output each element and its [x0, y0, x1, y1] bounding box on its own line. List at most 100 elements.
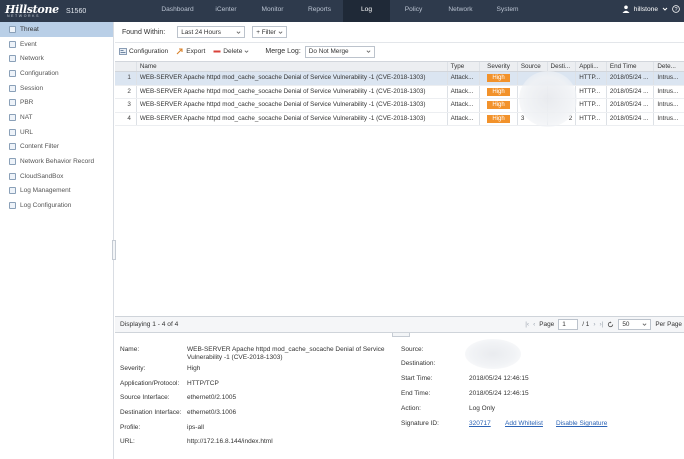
panel-splitter[interactable] — [392, 333, 410, 337]
sidebar-item-log-configuration[interactable]: Log Configuration — [0, 198, 113, 213]
table-header: Name Type Severity Source Desti... Appli… — [115, 61, 684, 72]
nav-icenter[interactable]: iCenter — [203, 0, 249, 22]
nav-network[interactable]: Network — [437, 0, 484, 22]
user-menu[interactable]: hillstone ? — [622, 5, 680, 13]
found-within-label: Found Within: — [122, 28, 166, 36]
table-row[interactable]: 1 WEB-SERVER Apache httpd mod_cache_soca… — [115, 72, 684, 86]
column-header-name[interactable]: Name — [137, 62, 448, 71]
sidebar-item-cloudsandbox[interactable]: CloudSandBox — [0, 169, 113, 184]
detail-destination-interface-label: Destination Interface: — [120, 409, 182, 416]
detail-name-label: Name: — [120, 346, 140, 353]
column-header-index — [115, 62, 137, 71]
sidebar-item-label: NAT — [20, 113, 33, 121]
chevron-down-icon — [278, 30, 283, 34]
row-name: WEB-SERVER Apache httpd mod_cache_socach… — [137, 99, 448, 112]
event-icon — [9, 40, 16, 48]
log-management-icon — [9, 187, 16, 195]
detail-url-label: URL: — [120, 438, 135, 445]
prev-page-icon[interactable]: ‹ — [533, 321, 535, 328]
filter-button[interactable]: + Filter — [252, 26, 287, 38]
sidebar-item-threat[interactable]: Threat — [0, 22, 113, 37]
column-header-severity[interactable]: Severity — [480, 62, 518, 71]
delete-button[interactable]: Delete — [213, 48, 249, 55]
next-page-icon[interactable]: › — [593, 321, 595, 328]
sidebar-item-configuration[interactable]: Configuration — [0, 66, 113, 81]
device-model: S1560 — [66, 8, 87, 15]
column-header-source[interactable]: Source — [518, 62, 548, 71]
detail-action-label: Action: — [401, 405, 421, 412]
row-end-time: 2018/05/24 ... — [607, 85, 655, 98]
brand-logo-sub: NETWORKS — [7, 14, 41, 18]
row-application: HTTP... — [576, 112, 607, 125]
redaction-blur — [519, 71, 577, 127]
table-row[interactable]: 4 WEB-SERVER Apache httpd mod_cache_soca… — [115, 112, 684, 126]
configuration-button[interactable]: Configuration — [119, 48, 168, 55]
sidebar-item-log-management[interactable]: Log Management — [0, 184, 113, 199]
detail-url-value: http://172.16.8.144/index.html — [187, 438, 273, 445]
sidebar-item-session[interactable]: Session — [0, 81, 113, 96]
row-type: Attack... — [448, 85, 481, 98]
first-page-icon[interactable]: |‹ — [525, 321, 529, 328]
last-page-icon[interactable]: ›| — [599, 321, 603, 328]
nav-system[interactable]: System — [484, 0, 531, 22]
detail-source-label: Source: — [401, 346, 424, 353]
cloudsandbox-icon — [9, 172, 16, 180]
detail-signature-label: Signature ID: — [401, 420, 439, 427]
sidebar-item-network-behavior-record[interactable]: Network Behavior Record — [0, 154, 113, 169]
sidebar-item-label: Log Configuration — [20, 202, 72, 210]
nav-monitor[interactable]: Monitor — [249, 0, 296, 22]
nav-policy[interactable]: Policy — [390, 0, 437, 22]
sidebar-item-url[interactable]: URL — [0, 125, 113, 140]
merge-log-value: Do Not Merge — [308, 48, 349, 55]
sidebar-item-event[interactable]: Event — [0, 37, 113, 52]
sidebar-item-nat[interactable]: NAT — [0, 110, 113, 125]
row-detection: Intrus... — [657, 114, 679, 122]
column-header-destination[interactable]: Desti... — [548, 62, 577, 71]
detail-end-time-label: End Time: — [401, 390, 431, 397]
merge-log-select[interactable]: Do Not Merge — [304, 45, 375, 58]
page-label: Page — [539, 321, 555, 328]
chevron-down-icon — [642, 323, 647, 326]
delete-label: Delete — [223, 48, 243, 55]
page-number-input[interactable]: 1 — [558, 319, 579, 330]
threat-log-table: Name Type Severity Source Desti... Appli… — [115, 61, 684, 127]
found-within-value: Last 24 Hours — [181, 28, 221, 36]
row-end-time: 2018/05/24 ... — [607, 72, 655, 85]
top-bar: Hillstone NETWORKS S1560 Dashboard iCent… — [0, 0, 684, 22]
page-size-select[interactable]: 50 — [618, 319, 652, 330]
signature-id-link[interactable]: 320717 — [469, 420, 491, 427]
nav-reports[interactable]: Reports — [296, 0, 343, 22]
network-icon — [9, 55, 16, 63]
export-button[interactable]: Export — [176, 48, 205, 55]
found-within-select[interactable]: Last 24 Hours — [177, 26, 246, 38]
row-name: WEB-SERVER Apache httpd mod_cache_socach… — [137, 112, 448, 125]
configuration-label: Configuration — [129, 48, 169, 55]
column-header-detection[interactable]: Dete... — [654, 62, 684, 71]
sidebar-item-label: Content Filter — [20, 143, 60, 151]
table-row[interactable]: 2 WEB-SERVER Apache httpd mod_cache_soca… — [115, 85, 684, 99]
disable-signature-link[interactable]: Disable Signature — [556, 420, 607, 427]
detail-end-time-value: 2018/05/24 12:46:15 — [469, 390, 529, 397]
add-whitelist-link[interactable]: Add Whitelist — [505, 420, 543, 427]
row-name: WEB-SERVER Apache httpd mod_cache_socach… — [137, 85, 448, 98]
nav-log[interactable]: Log — [343, 0, 390, 22]
column-header-end-time[interactable]: End Time — [607, 62, 655, 71]
severity-badge: High — [487, 74, 510, 82]
row-application: HTTP... — [576, 72, 607, 85]
nav-dashboard[interactable]: Dashboard — [152, 0, 203, 22]
page-size-value: 50 — [622, 321, 630, 328]
help-icon[interactable]: ? — [672, 5, 680, 13]
sidebar-item-network[interactable]: Network — [0, 51, 113, 66]
detail-source-interface-value: ethernet0/2.1005 — [187, 394, 237, 401]
sidebar-item-pbr[interactable]: PBR — [0, 95, 113, 110]
column-header-type[interactable]: Type — [448, 62, 481, 71]
row-index: 2 — [115, 85, 137, 98]
table-row[interactable]: 3 WEB-SERVER Apache httpd mod_cache_soca… — [115, 99, 684, 113]
sidebar-item-content-filter[interactable]: Content Filter — [0, 140, 113, 155]
refresh-icon[interactable] — [607, 321, 614, 328]
row-severity-cell: High — [480, 99, 518, 112]
content-filter-icon — [9, 143, 16, 151]
nat-icon — [9, 113, 16, 121]
row-type: Attack... — [448, 72, 481, 85]
column-header-application[interactable]: Appli... — [576, 62, 607, 71]
